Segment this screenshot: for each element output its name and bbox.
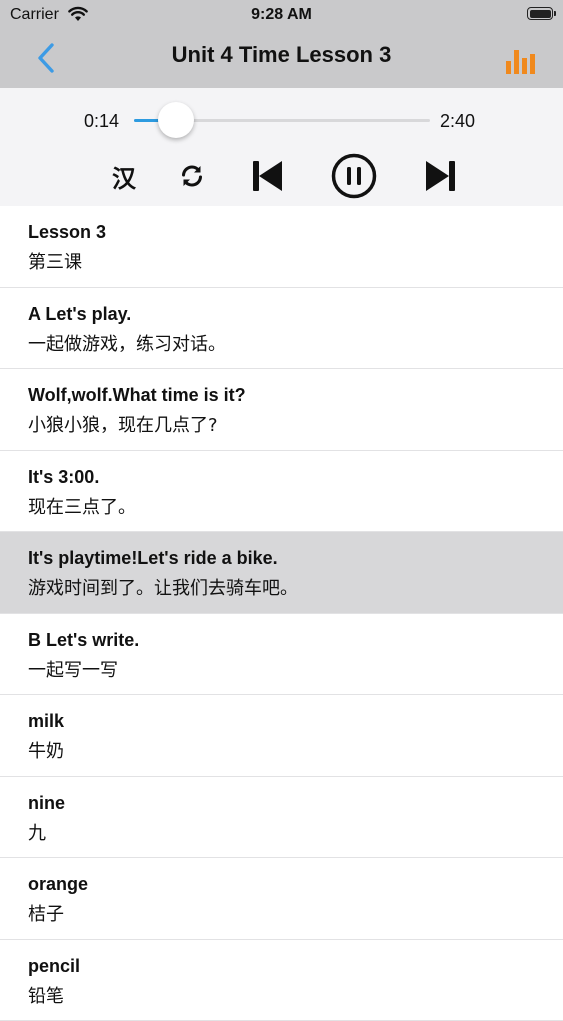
repeat-icon [179,163,205,189]
skip-next-icon [423,159,457,193]
translation-toggle-label: 汉 [112,159,136,194]
top-bar: Carrier 9:28 AM Unit 4 Time Lesson 3 [0,0,563,88]
chinese-translation: 游戏时间到了。让我们去骑车吧。 [28,574,298,600]
list-item[interactable]: milk 牛奶 [0,695,563,777]
list-item[interactable]: pencil 铅笔 [0,940,563,1021]
bar-chart-icon[interactable] [503,42,539,76]
english-line: A Let's play. [28,304,131,325]
chinese-translation: 铅笔 [28,982,64,1008]
chinese-translation: 第三课 [28,248,82,274]
current-time: 0:14 [84,111,119,132]
chinese-translation: 桔子 [28,900,64,926]
list-item[interactable]: A Let's play. 一起做游戏，练习对话。 [0,288,563,370]
list-item[interactable]: Wolf,wolf.What time is it? 小狼小狼，现在几点了? [0,369,563,451]
audio-player: 0:14 2:40 汉 [0,88,563,206]
list-item[interactable]: orange 桔子 [0,858,563,940]
repeat-button[interactable] [172,154,212,198]
pause-button[interactable] [330,154,378,198]
chinese-translation: 小狼小狼，现在几点了? [28,411,218,437]
english-line: pencil [28,956,80,977]
progress-thumb[interactable] [158,102,194,138]
battery-icon [527,7,553,20]
list-item[interactable]: B Let's write. 一起写一写 [0,614,563,696]
status-time: 9:28 AM [0,6,563,24]
lesson-line-list: Lesson 3 第三课 A Let's play. 一起做游戏，练习对话。 Wolf,… [0,206,563,1021]
english-line: It's playtime!Let's ride a bike. [28,548,278,569]
english-line: Lesson 3 [28,222,106,243]
next-button[interactable] [418,154,462,198]
status-bar: Carrier 9:28 AM [0,0,563,30]
chinese-translation: 现在三点了。 [28,493,136,519]
english-line: nine [28,793,65,814]
list-item[interactable]: Lesson 3 第三课 [0,206,563,288]
total-time: 2:40 [440,111,475,132]
chinese-translation: 一起写一写 [28,656,118,682]
list-item[interactable]: It's playtime!Let's ride a bike. 游戏时间到了。让… [0,532,563,614]
progress-played [134,119,160,122]
skip-previous-icon [251,159,285,193]
english-line: milk [28,711,64,732]
pause-icon [331,153,377,199]
previous-button[interactable] [246,154,290,198]
page-title: Unit 4 Time Lesson 3 [0,42,563,68]
chinese-translation: 一起做游戏，练习对话。 [28,330,226,356]
english-line: B Let's write. [28,630,139,651]
english-line: orange [28,874,88,895]
translation-toggle-button[interactable]: 汉 [104,154,144,198]
chinese-translation: 九 [28,819,46,845]
list-item[interactable]: nine 九 [0,777,563,859]
english-line: It's 3:00. [28,467,99,488]
chinese-translation: 牛奶 [28,737,64,763]
list-item[interactable]: It's 3:00. 现在三点了。 [0,451,563,533]
english-line: Wolf,wolf.What time is it? [28,385,246,406]
